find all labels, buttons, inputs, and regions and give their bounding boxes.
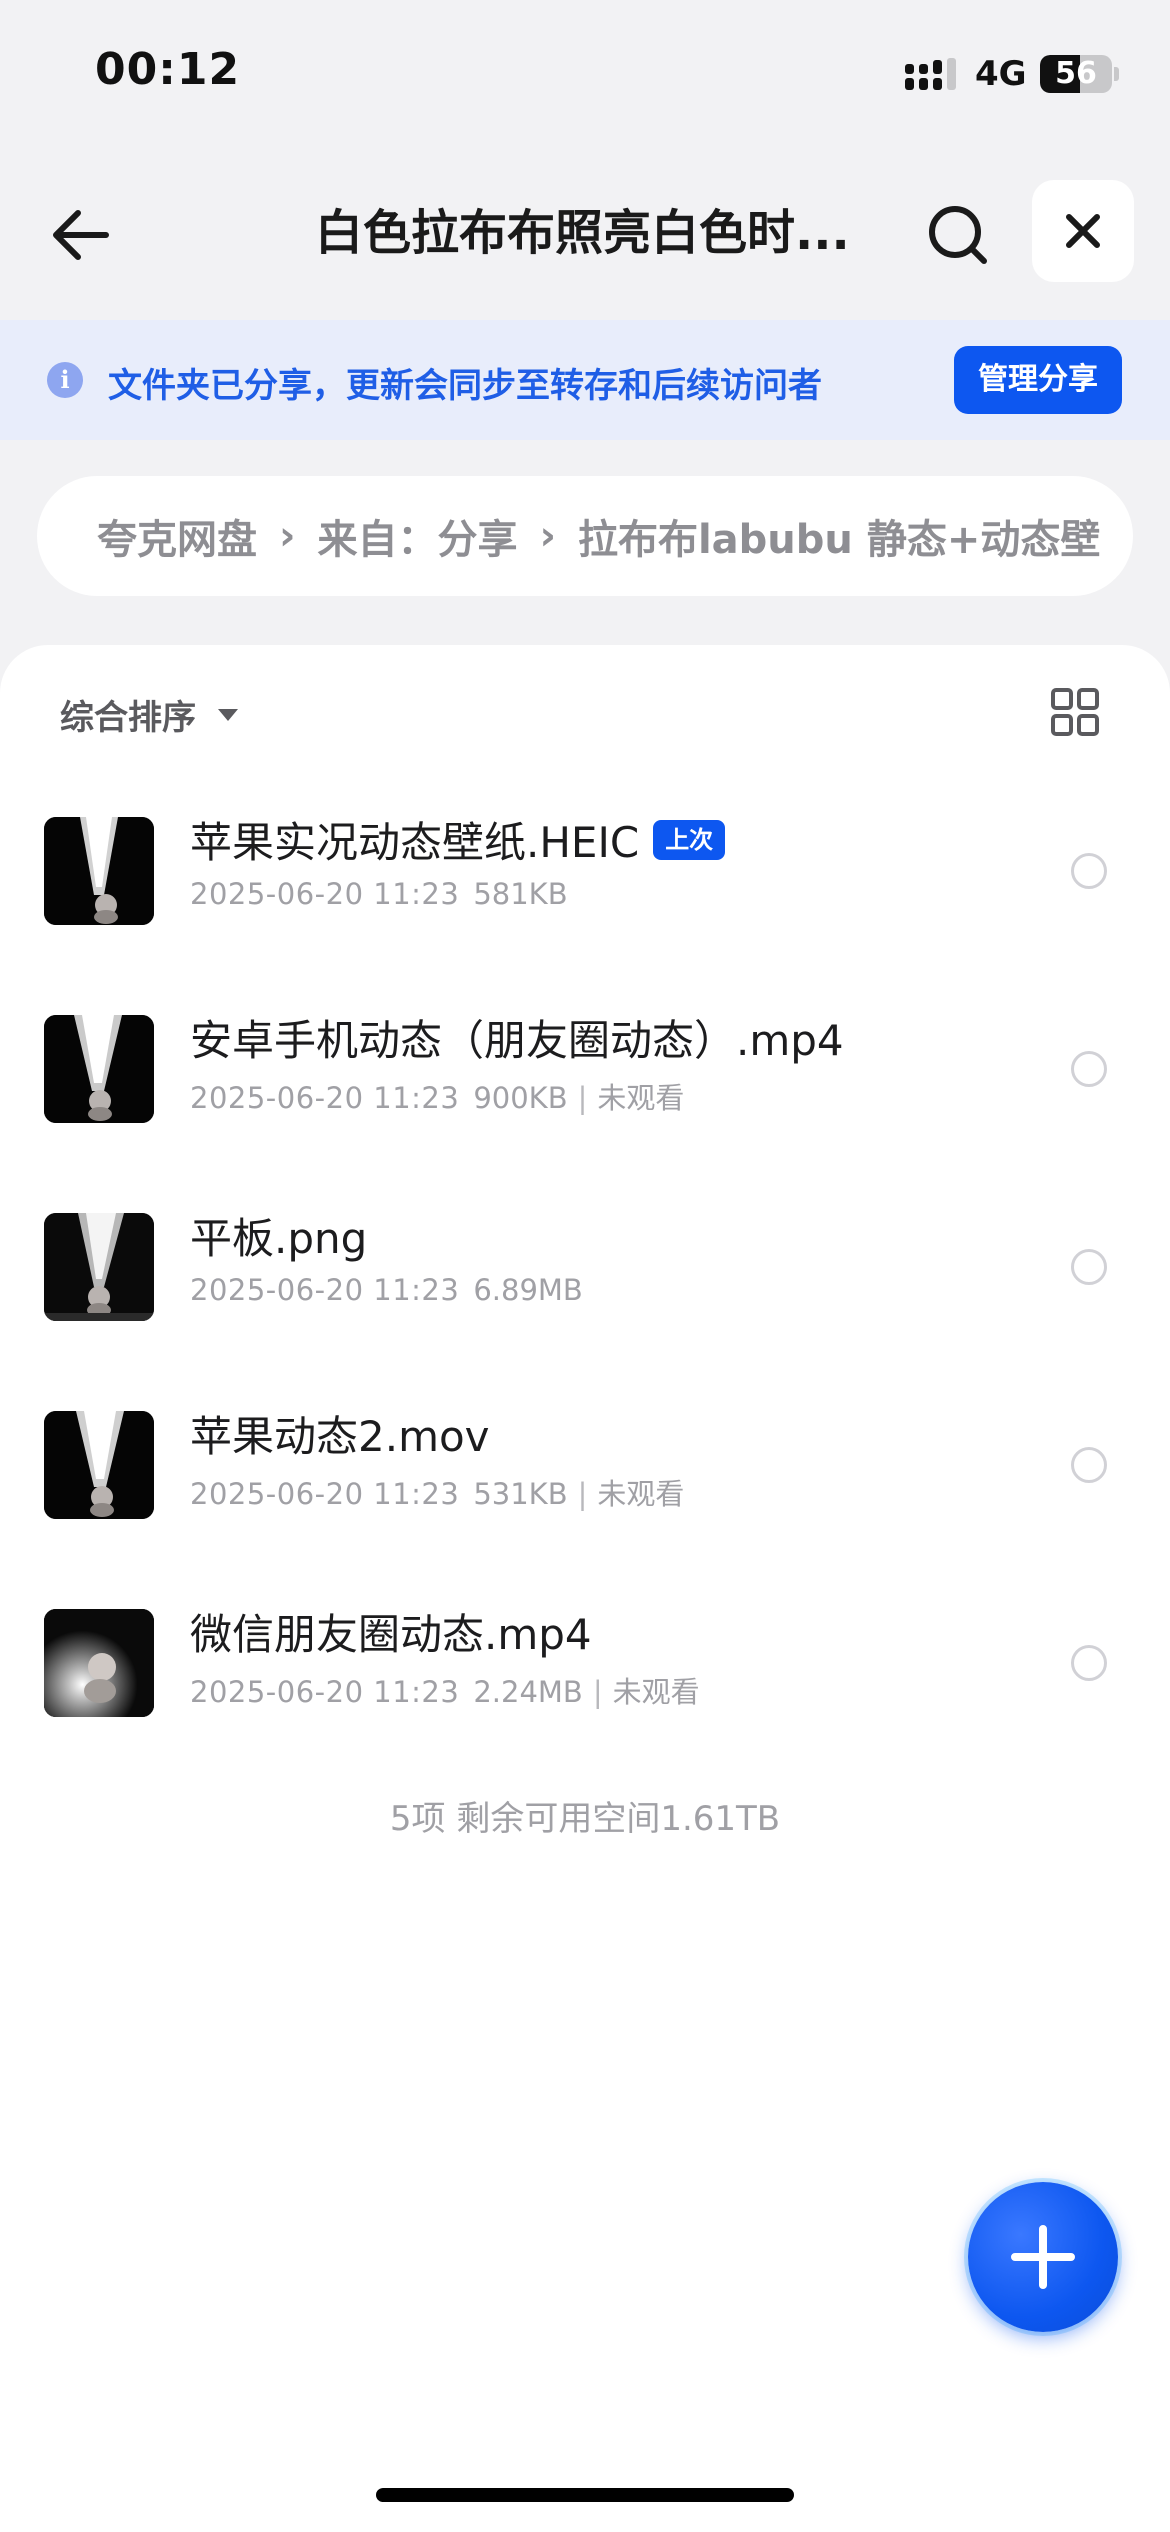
list-item[interactable]: 苹果动态2.mov 2025-06-20 11:23 531KB | 未观看 — [0, 1359, 1170, 1557]
file-date: 2025-06-20 11:23 — [190, 877, 460, 911]
status-bar: 00:12 4G 56 — [0, 0, 1170, 150]
battery-icon: 56 — [1040, 55, 1112, 93]
video-thumbnail — [44, 1411, 154, 1519]
home-indicator[interactable] — [376, 2488, 794, 2502]
nav-bar: 白色拉布布照亮白色时... — [0, 170, 1170, 295]
file-name-text: 微信朋友圈动态.mp4 — [190, 1610, 592, 1659]
file-name: 安卓手机动态（朋友圈动态）.mp4 — [190, 1007, 844, 1068]
image-thumbnail — [44, 817, 154, 925]
file-date: 2025-06-20 11:23 — [190, 1477, 460, 1511]
file-size: 581KB — [473, 877, 568, 911]
video-thumbnail — [44, 1609, 154, 1717]
select-radio[interactable] — [1071, 1645, 1107, 1681]
grid-view-icon[interactable] — [1050, 687, 1100, 737]
select-radio[interactable] — [1071, 853, 1107, 889]
breadcrumb-item-current: 拉布布labubu 静态+动态壁 — [577, 517, 1101, 563]
file-size: 531KB — [473, 1477, 568, 1511]
storage-summary: 5项 剩余可用空间1.61TB — [389, 1799, 781, 1839]
app-screen: 00:12 4G 56 白色拉布布照亮白色时... i 文件夹已分享，更新会同步… — [0, 0, 1170, 2532]
plus-icon — [1011, 2225, 1075, 2289]
chevron-right-icon: › — [539, 513, 556, 559]
arrow-left-icon — [53, 210, 109, 260]
close-button[interactable] — [1032, 180, 1134, 282]
breadcrumb-item-root[interactable]: 夸克网盘 — [97, 507, 257, 565]
info-icon: i — [47, 362, 83, 398]
file-date: 2025-06-20 11:23 — [190, 1675, 460, 1709]
signal-icon — [905, 58, 956, 90]
search-button[interactable] — [918, 195, 998, 275]
sort-dropdown[interactable]: 综合排序 — [60, 690, 238, 739]
close-icon — [1066, 214, 1100, 248]
share-notice-text: 文件夹已分享，更新会同步至转存和后续访问者 — [108, 366, 822, 406]
meta-divider: | — [577, 1477, 588, 1511]
last-viewed-badge: 上次 — [653, 819, 726, 860]
file-meta: 2025-06-20 11:23 900KB | 未观看 — [190, 1075, 684, 1117]
watch-status: 未观看 — [597, 1081, 685, 1115]
select-radio[interactable] — [1071, 1447, 1107, 1483]
file-name-text: 平板.png — [190, 1214, 368, 1263]
image-thumbnail — [44, 1213, 154, 1321]
list-item[interactable]: 安卓手机动态（朋友圈动态）.mp4 2025-06-20 11:23 900KB |… — [0, 963, 1170, 1161]
search-icon — [929, 206, 987, 264]
manage-share-button[interactable]: 管理分享 — [954, 346, 1122, 414]
breadcrumb-item-share[interactable]: 来自：分享 — [317, 507, 517, 565]
file-size: 900KB — [473, 1081, 568, 1115]
file-date: 2025-06-20 11:23 — [190, 1081, 460, 1115]
watch-status: 未观看 — [597, 1477, 685, 1511]
file-name-text: 苹果动态2.mov — [190, 1412, 490, 1461]
caret-down-icon — [218, 708, 238, 721]
video-thumbnail — [44, 1015, 154, 1123]
select-radio[interactable] — [1071, 1249, 1107, 1285]
breadcrumb: 夸克网盘 › 来自：分享 › 拉布布labubu 静态+动态壁 — [37, 476, 1133, 596]
battery-level: 56 — [1055, 56, 1097, 91]
meta-divider: | — [592, 1675, 603, 1709]
file-date: 2025-06-20 11:23 — [190, 1273, 460, 1307]
status-time: 00:12 — [95, 44, 241, 95]
chevron-right-icon: › — [279, 513, 296, 559]
file-name-text: 苹果实况动态壁纸.HEIC — [190, 818, 640, 867]
sort-label: 综合排序 — [60, 698, 196, 738]
file-meta: 2025-06-20 11:23 2.24MB | 未观看 — [190, 1669, 700, 1711]
list-item[interactable]: 平板.png 2025-06-20 11:23 6.89MB — [0, 1161, 1170, 1359]
file-size: 6.89MB — [473, 1273, 583, 1307]
file-name: 苹果实况动态壁纸.HEIC 上次 — [190, 809, 726, 870]
file-name-text: 安卓手机动态（朋友圈动态）.mp4 — [190, 1016, 844, 1065]
file-name: 平板.png — [190, 1205, 367, 1266]
file-name: 苹果动态2.mov — [190, 1403, 490, 1464]
page-title: 白色拉布布照亮白色时... — [315, 205, 850, 261]
file-meta: 2025-06-20 11:23 581KB — [190, 877, 568, 911]
share-banner: i 文件夹已分享，更新会同步至转存和后续访问者 管理分享 — [0, 320, 1170, 440]
watch-status: 未观看 — [612, 1675, 700, 1709]
add-button[interactable] — [968, 2182, 1118, 2332]
battery-tip — [1114, 67, 1119, 81]
file-name: 微信朋友圈动态.mp4 — [190, 1601, 592, 1662]
network-label: 4G — [975, 54, 1027, 94]
file-size: 2.24MB — [473, 1675, 583, 1709]
file-meta: 2025-06-20 11:23 6.89MB — [190, 1273, 583, 1307]
select-radio[interactable] — [1071, 1051, 1107, 1087]
back-button[interactable] — [40, 195, 120, 275]
list-item[interactable]: 苹果实况动态壁纸.HEIC 上次 2025-06-20 11:23 581KB — [0, 765, 1170, 963]
meta-divider: | — [577, 1081, 588, 1115]
list-item[interactable]: 微信朋友圈动态.mp4 2025-06-20 11:23 2.24MB | 未观看 — [0, 1557, 1170, 1755]
file-meta: 2025-06-20 11:23 531KB | 未观看 — [190, 1471, 684, 1513]
